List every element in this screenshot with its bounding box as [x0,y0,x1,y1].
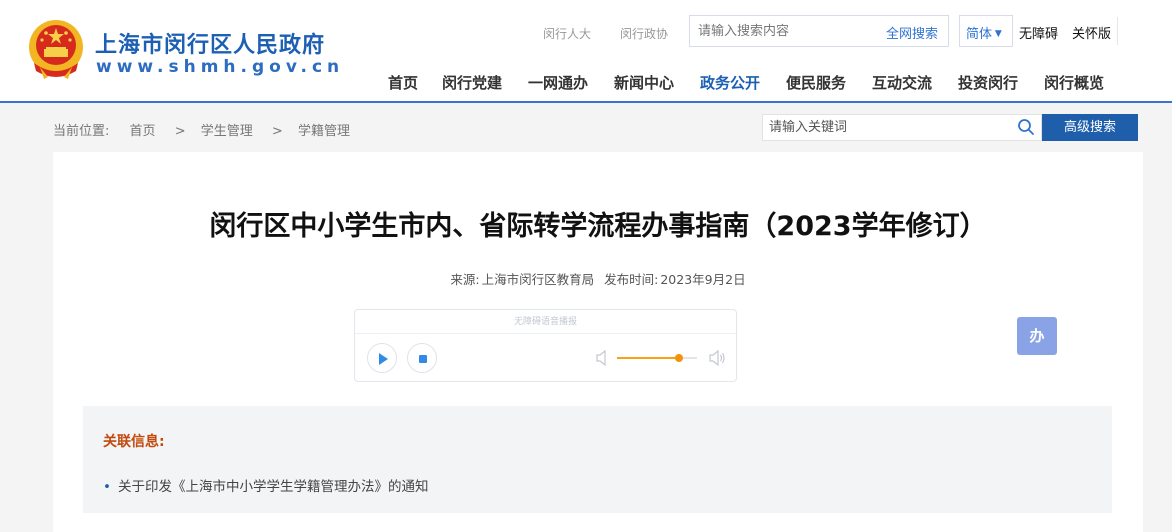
breadcrumb-enrollment-mgmt[interactable]: 学籍管理 [298,124,350,139]
related-info: 关联信息: • 关于印发《上海市中小学学生学籍管理办法》的通知 [83,406,1112,513]
related-item[interactable]: • 关于印发《上海市中小学学生学籍管理办法》的通知 [103,475,428,495]
site-name[interactable]: 上海市闵行区人民政府 [95,27,325,59]
volume-high-icon [709,349,725,367]
national-emblem-icon[interactable] [26,17,86,83]
nav-one-net[interactable]: 一网通办 [528,72,588,93]
site-search-button[interactable]: 全网搜索 [886,23,938,42]
related-title: 关联信息: [103,434,165,450]
site-search-input[interactable] [690,16,870,46]
nav-news[interactable]: 新闻中心 [614,72,674,93]
accessibility-link[interactable]: 无障碍 [1019,23,1058,42]
advanced-search-button[interactable]: 高级搜索 [1042,114,1138,141]
breadcrumb-home[interactable]: 首页 [130,124,156,139]
keyword-search-input[interactable] [763,115,1003,140]
nav-overview[interactable]: 闵行概览 [1044,72,1104,93]
nav-home[interactable]: 首页 [388,72,418,93]
nav-interaction[interactable]: 互动交流 [872,72,932,93]
service-ban-button[interactable]: 办 [1017,317,1057,355]
source-label: 来源: [450,272,480,287]
language-select[interactable]: 简体 ▼ [959,15,1013,47]
breadcrumb-student-mgmt[interactable]: 学生管理 [201,124,253,139]
related-item-link[interactable]: 关于印发《上海市中小学学生学籍管理办法》的通知 [118,479,429,495]
site-search: 全网搜索 [689,15,949,47]
site-url[interactable]: www.shmh.gov.cn [96,57,344,77]
breadcrumb-separator: > [174,124,186,139]
play-icon [379,353,388,365]
top-link-npc[interactable]: 闵行人大 [543,25,591,42]
nav-gov-affairs[interactable]: 政务公开 [700,72,760,93]
keyword-search [762,114,1042,141]
audio-player: 无障碍语音播报 [354,309,737,382]
breadcrumb-separator: > [271,124,283,139]
date-value: 2023年9月2日 [660,272,746,287]
bullet-icon: • [103,479,111,495]
breadcrumb: 当前位置: 首页 > 学生管理 > 学籍管理 [53,120,354,139]
caret-down-icon: ▼ [992,29,1002,39]
nav-services[interactable]: 便民服务 [786,72,846,93]
search-icon[interactable] [1017,118,1035,136]
site-header: 上海市闵行区人民政府 www.shmh.gov.cn 闵行人大 闵行政协 全网搜… [0,0,1172,103]
date-label: 发布时间: [604,272,659,287]
article-meta: 来源: 上海市闵行区教育局 发布时间: 2023年9月2日 [53,269,1143,288]
volume-slider[interactable] [617,354,697,362]
volume-low-icon [596,349,606,367]
volume-knob[interactable] [675,354,684,362]
care-mode-link[interactable]: 关怀版 [1072,23,1111,42]
article-title: 闵行区中小学生市内、省际转学流程办事指南（2023学年修订） [209,211,987,242]
language-label: 简体 [966,27,993,42]
player-header: 无障碍语音播报 [355,310,736,334]
source-value: 上海市闵行区教育局 [481,272,595,287]
top-link-cppcc[interactable]: 闵行政协 [620,25,668,42]
nav-invest[interactable]: 投资闵行 [958,72,1018,93]
volume-fill [617,357,680,359]
nav-party[interactable]: 闵行党建 [442,72,502,93]
divider [1117,17,1118,45]
breadcrumb-prefix: 当前位置: [53,124,110,139]
play-button[interactable] [367,343,397,373]
article-card: 闵行区中小学生市内、省际转学流程办事指南（2023学年修订） 来源: 上海市闵行区… [53,152,1143,532]
stop-icon [419,355,427,363]
stop-button[interactable] [407,343,437,373]
